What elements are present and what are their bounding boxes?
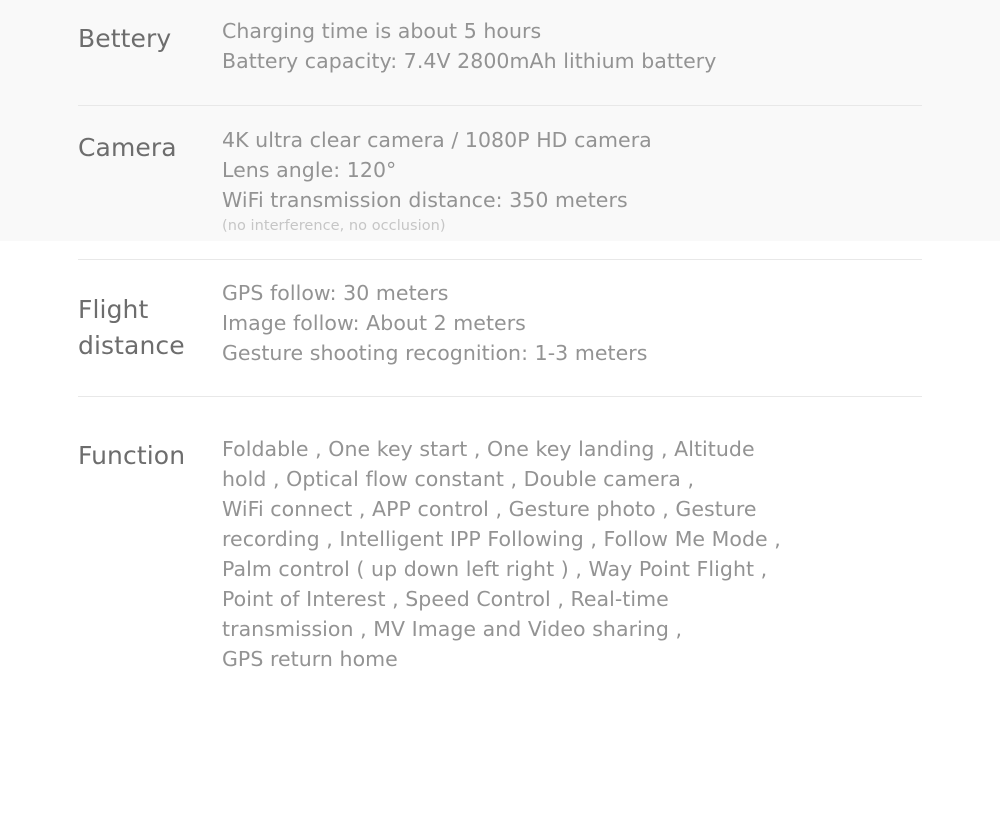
spec-value-line: GPS return home [222,647,398,671]
spec-values-function: Foldable , One key start , One key landi… [222,434,1000,674]
spec-label-line: distance [78,331,185,360]
spec-value-line: WiFi transmission distance: 350 meters [222,188,628,212]
spec-value-line: GPS follow: 30 meters [222,281,449,305]
spec-label-camera: Camera [78,133,177,162]
spec-value-line: hold , Optical flow constant , Double ca… [222,467,695,491]
spec-value-note: (no interference, no occlusion) [222,218,446,234]
spec-value-line: transmission , MV Image and Video sharin… [222,617,683,641]
spec-value-line: Gesture shooting recognition: 1-3 meters [222,341,648,365]
spec-sheet-page: Bettery Charging time is about 5 hours B… [0,0,1000,813]
spec-label-battery: Bettery [78,24,172,53]
spec-value-line: Image follow: About 2 meters [222,311,526,335]
row-divider-2 [78,259,922,260]
spec-value-line: Point of Interest , Speed Control , Real… [222,587,669,611]
spec-value-line: WiFi connect , APP control , Gesture pho… [222,497,757,521]
spec-value-line: recording , Intelligent IPP Following , … [222,527,781,551]
spec-value-line: Battery capacity: 7.4V 2800mAh lithium b… [222,49,717,73]
spec-value-line: 4K ultra clear camera / 1080P HD camera [222,128,652,152]
spec-values-camera: 4K ultra clear camera / 1080P HD camera … [222,125,1000,237]
spec-values-flight-distance: GPS follow: 30 meters Image follow: Abou… [222,278,1000,368]
spec-row-battery: Bettery Charging time is about 5 hours B… [0,0,1000,105]
spec-value-line: Palm control ( up down left right ) , Wa… [222,557,768,581]
spec-label-function: Function [78,441,186,470]
spec-value-line: Lens angle: 120° [222,158,397,182]
spec-value-line: Foldable , One key start , One key landi… [222,437,755,461]
spec-row-camera: Camera 4K ultra clear camera / 1080P HD … [0,105,1000,259]
row-divider-3 [78,396,922,397]
spec-label-flight-distance: Flight distance [0,278,222,364]
spec-values-battery: Charging time is about 5 hours Battery c… [222,16,1000,76]
spec-row-function: Function Foldable , One key start , One … [0,415,1000,694]
spec-value-line: Charging time is about 5 hours [222,19,542,43]
spec-label-line: Flight [78,295,149,324]
spec-row-flight-distance: Flight distance GPS follow: 30 meters Im… [0,259,1000,415]
row-divider-1 [78,105,922,106]
